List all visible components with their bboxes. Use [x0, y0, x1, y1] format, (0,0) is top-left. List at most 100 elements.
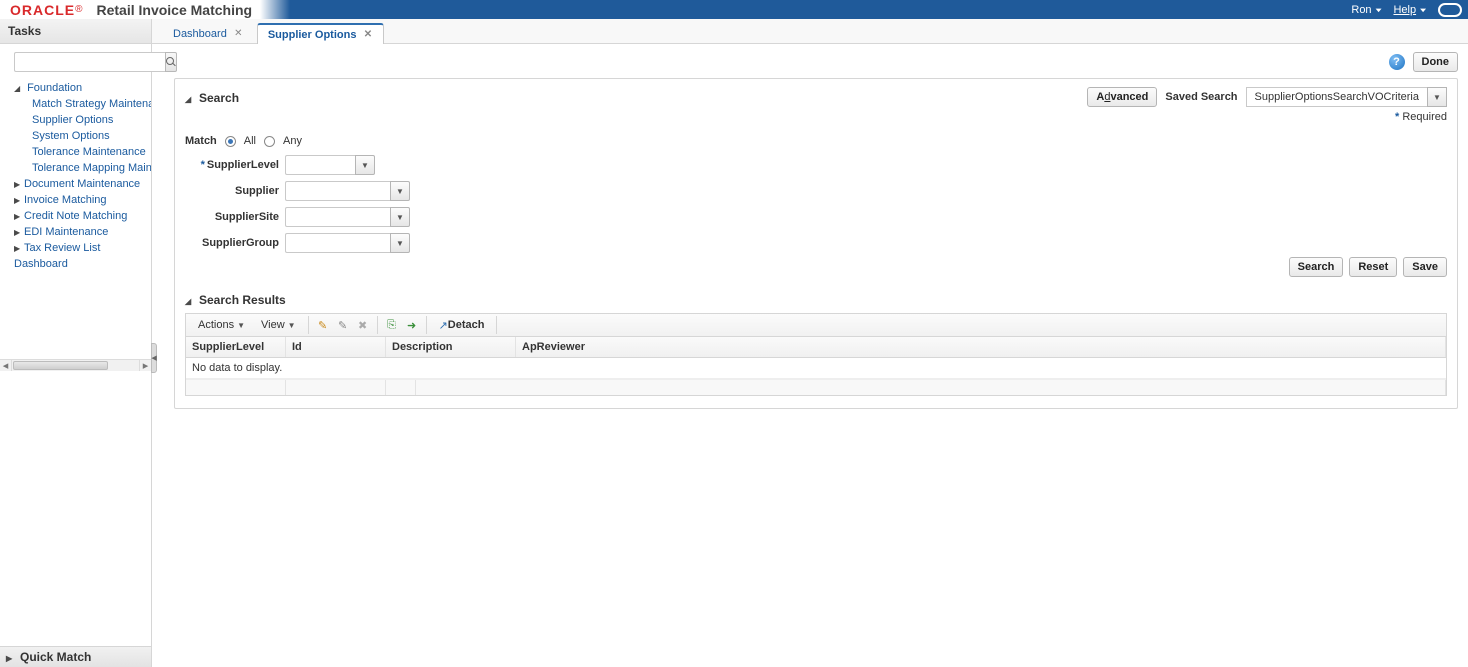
main-layout: Tasks Foundation Match Strategy Maintena…	[0, 19, 1468, 667]
nav-system-options[interactable]: System Options	[32, 128, 151, 144]
reset-button[interactable]: Reset	[1349, 257, 1397, 277]
quick-match-panel[interactable]: Quick Match	[0, 646, 151, 667]
close-icon[interactable]: ✕	[233, 29, 244, 40]
tasks-header: Tasks	[0, 19, 151, 44]
match-any-radio[interactable]	[264, 136, 275, 147]
scroll-left-icon[interactable]: ◂	[0, 360, 12, 371]
close-icon[interactable]: ✕	[362, 30, 373, 41]
col-supplier-level[interactable]: SupplierLevel	[186, 337, 286, 357]
saved-search-value: SupplierOptionsSearchVOCriteria	[1246, 87, 1427, 107]
saved-search-label: Saved Search	[1165, 91, 1237, 103]
export-icon[interactable]	[402, 315, 422, 335]
help-icon[interactable]: ?	[1389, 54, 1405, 70]
supplier-group-input[interactable]	[285, 233, 390, 253]
match-mode-row: Match All Any	[185, 135, 1447, 147]
nav-edi-maint[interactable]: EDI Maintenance	[14, 224, 151, 240]
dropdown-icon[interactable]	[390, 181, 410, 201]
search-panel-buttons: Search Reset Save	[185, 257, 1447, 277]
required-note: * Required	[1395, 111, 1447, 123]
match-all-radio[interactable]	[225, 136, 236, 147]
tab-dashboard[interactable]: Dashboard ✕	[162, 23, 255, 43]
brand-area: ORACLE® Retail Invoice Matching	[0, 2, 252, 18]
banner-right: Ron▼ Help▼	[1351, 0, 1462, 19]
edit-icon[interactable]	[333, 315, 353, 335]
nav-invoice-matching[interactable]: Invoice Matching	[14, 192, 151, 208]
nav-foundation[interactable]: Foundation	[14, 80, 151, 96]
chevron-right-icon	[14, 226, 24, 238]
results-section-title[interactable]: Search Results	[185, 293, 1447, 307]
help-menu[interactable]: Help▼	[1393, 4, 1428, 16]
grid-empty-message: No data to display.	[186, 358, 1446, 379]
tasks-tree: Foundation Match Strategy Maintenance Su…	[0, 78, 151, 359]
nav-match-strategy[interactable]: Match Strategy Maintenance	[32, 96, 151, 112]
detach-button[interactable]: Detach	[431, 314, 493, 336]
oracle-logo-icon	[1438, 3, 1462, 17]
detach-icon	[439, 319, 448, 332]
done-button[interactable]: Done	[1413, 52, 1459, 72]
tasks-search-input[interactable]	[14, 52, 165, 72]
tasks-search	[0, 44, 151, 78]
nav-tolerance-mapping[interactable]: Tolerance Mapping Maintenance	[32, 160, 151, 176]
nav-tax-review[interactable]: Tax Review List	[14, 240, 151, 256]
page-top-actions: ? Done	[174, 52, 1458, 72]
nav-dashboard-link[interactable]: Dashboard	[14, 256, 151, 272]
search-section-title[interactable]: Search	[185, 91, 239, 105]
match-any-label: Any	[283, 135, 302, 147]
save-button[interactable]: Save	[1403, 257, 1447, 277]
chevron-down-icon	[14, 82, 24, 94]
supplier-label: Supplier	[185, 185, 285, 197]
nav-document-maint[interactable]: Document Maintenance	[14, 176, 151, 192]
dropdown-icon[interactable]	[390, 233, 410, 253]
brand-sup: ®	[75, 4, 82, 15]
match-all-label: All	[244, 135, 256, 147]
sidebar-hscrollbar[interactable]: ◂ ▸	[0, 359, 151, 371]
workarea: ? Done Search Advanced Saved Search S	[152, 44, 1468, 667]
nav-credit-note[interactable]: Credit Note Matching	[14, 208, 151, 224]
tasks-sidebar: Tasks Foundation Match Strategy Maintena…	[0, 19, 152, 667]
content-area: Dashboard ✕ Supplier Options ✕ ? Done Se…	[152, 19, 1468, 667]
supplier-site-label: SupplierSite	[185, 211, 285, 223]
chevron-right-icon	[6, 650, 16, 664]
user-menu[interactable]: Ron▼	[1351, 4, 1383, 16]
col-description[interactable]: Description	[386, 337, 516, 357]
results-toolbar: Actions▼ View▼ Detach	[185, 313, 1447, 337]
grid-body: No data to display.	[186, 358, 1446, 379]
create-icon[interactable]	[313, 315, 333, 335]
saved-search-select[interactable]: SupplierOptionsSearchVOCriteria	[1246, 87, 1447, 107]
supplier-lov[interactable]	[285, 181, 415, 201]
export-excel-icon[interactable]	[382, 315, 402, 335]
nav-foundation-children: Match Strategy Maintenance Supplier Opti…	[14, 96, 151, 176]
supplier-group-lov[interactable]	[285, 233, 415, 253]
chevron-right-icon	[14, 178, 24, 190]
scroll-right-icon[interactable]: ▸	[139, 360, 151, 371]
chevron-down-icon	[185, 293, 195, 307]
grid-footer	[186, 379, 1446, 395]
dropdown-icon[interactable]	[390, 207, 410, 227]
supplier-level-input[interactable]	[285, 155, 355, 175]
grid-header: SupplierLevel Id Description ApReviewer	[186, 337, 1446, 358]
search-button[interactable]: Search	[1289, 257, 1344, 277]
view-menu[interactable]: View▼	[253, 314, 304, 336]
delete-icon[interactable]	[353, 315, 373, 335]
supplier-site-input[interactable]	[285, 207, 390, 227]
match-label: Match	[185, 135, 217, 147]
chevron-right-icon	[14, 242, 24, 254]
chevron-right-icon	[14, 210, 24, 222]
supplier-site-lov[interactable]	[285, 207, 415, 227]
actions-menu[interactable]: Actions▼	[190, 314, 253, 336]
advanced-button[interactable]: Advanced	[1087, 87, 1157, 107]
col-apreviewer[interactable]: ApReviewer	[516, 337, 1446, 357]
nav-supplier-options[interactable]: Supplier Options	[32, 112, 151, 128]
dropdown-icon[interactable]	[1427, 87, 1447, 107]
nav-tolerance-maint[interactable]: Tolerance Maintenance	[32, 144, 151, 160]
tab-supplier-options[interactable]: Supplier Options ✕	[257, 23, 385, 44]
brand-logo: ORACLE	[10, 2, 75, 18]
supplier-input[interactable]	[285, 181, 390, 201]
col-id[interactable]: Id	[286, 337, 386, 357]
chevron-right-icon	[14, 194, 24, 206]
dropdown-icon[interactable]	[355, 155, 375, 175]
search-panel: Search Advanced Saved Search SupplierOpt…	[174, 78, 1458, 409]
scroll-thumb[interactable]	[13, 361, 108, 370]
tabs-row: Dashboard ✕ Supplier Options ✕	[152, 19, 1468, 44]
supplier-level-select[interactable]	[285, 155, 415, 175]
